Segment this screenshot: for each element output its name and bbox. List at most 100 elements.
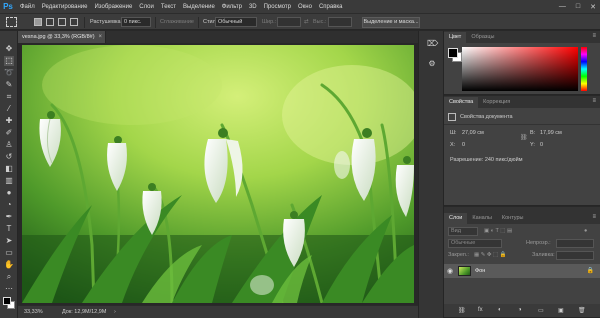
add-selection-icon[interactable] — [46, 18, 54, 26]
maximize-button[interactable]: □ — [576, 3, 580, 10]
photoshop-logo: Ps — [3, 2, 13, 11]
move-tool-icon[interactable]: ✥ — [4, 44, 14, 54]
visibility-eye-icon[interactable]: ◉ — [447, 267, 453, 275]
rectangle-tool-icon[interactable]: ▭ — [4, 248, 14, 258]
lasso-tool-icon[interactable]: ➰ — [4, 68, 14, 78]
menu-item-type[interactable]: Текст — [161, 4, 176, 10]
filter-toggle-icon[interactable]: ● — [584, 228, 587, 234]
height-value[interactable]: 17,99 см — [540, 130, 562, 136]
canvas-area — [18, 43, 418, 305]
eyedropper-tool-icon[interactable]: ⁄ — [4, 104, 14, 114]
options-divider — [84, 17, 85, 28]
path-selection-tool-icon[interactable]: ➤ — [4, 236, 14, 246]
tab-swatches[interactable]: Образцы — [466, 32, 499, 43]
rectangular-marquee-tool-icon[interactable]: ⬚ — [4, 56, 14, 66]
type-tool-icon[interactable]: T — [4, 224, 14, 234]
document-tab[interactable]: vesna.jpg @ 33,3% (RGB/8#) × — [18, 31, 106, 43]
blur-tool-icon[interactable]: ● — [4, 188, 14, 198]
width-value[interactable]: 27,09 см — [462, 130, 484, 136]
close-button[interactable]: ✕ — [590, 3, 596, 11]
menu-item-view[interactable]: Просмотр — [264, 4, 291, 10]
foreground-color-swatch[interactable] — [3, 297, 11, 305]
menu-item-layers[interactable]: Слои — [139, 4, 154, 10]
clone-stamp-tool-icon[interactable]: ♙ — [4, 140, 14, 150]
layer-style-icon[interactable]: fx — [478, 307, 483, 313]
new-selection-icon[interactable] — [34, 18, 42, 26]
antialias-checkbox[interactable]: Сглаживание — [160, 19, 194, 25]
style-select[interactable]: Обычный — [215, 17, 257, 27]
quick-selection-tool-icon[interactable]: ✎ — [4, 80, 14, 90]
menu-item-file[interactable]: Файл — [20, 4, 35, 10]
more-tools-icon[interactable]: ⋯ — [4, 284, 14, 294]
pen-tool-icon[interactable]: ✒ — [4, 212, 14, 222]
brush-tool-icon[interactable]: ✐ — [4, 128, 14, 138]
tab-channels[interactable]: Каналы — [467, 213, 497, 224]
add-mask-icon[interactable]: ◐ — [498, 307, 502, 313]
lock-row: Закреп.: ▦ ✎ ✥ ⬚ 🔒 Заливка: — [444, 250, 600, 262]
blend-mode-select[interactable]: Обычные — [448, 239, 502, 248]
filter-type-icons[interactable]: ▣ ◐ T ⬚ ▤ — [484, 228, 512, 234]
hue-slider[interactable] — [581, 47, 587, 91]
eraser-tool-icon[interactable]: ◧ — [4, 164, 14, 174]
zoom-level[interactable]: 33,33% — [24, 309, 43, 315]
y-value[interactable]: 0 — [540, 142, 543, 148]
intersect-selection-icon[interactable] — [70, 18, 78, 26]
tab-properties[interactable]: Свойства — [444, 97, 479, 108]
hand-tool-icon[interactable]: ✋ — [4, 260, 14, 270]
dodge-tool-icon[interactable]: ◔ — [4, 200, 14, 210]
kind-filter-select[interactable]: Вид — [448, 227, 478, 236]
tab-layers[interactable]: Слои — [444, 213, 468, 224]
status-menu-arrow-icon[interactable]: › — [114, 309, 116, 315]
actions-panel-icon[interactable]: ⚙ — [427, 59, 437, 69]
status-bar: 33,33% Док: 12,9M/12,9M › — [18, 305, 418, 318]
document-canvas[interactable] — [22, 45, 414, 303]
new-group-icon[interactable]: ▭ — [538, 307, 544, 314]
select-and-mask-button[interactable]: Выделение и маска... — [362, 17, 420, 28]
gradient-tool-icon[interactable]: ▥ — [4, 176, 14, 186]
menu-item-filter[interactable]: Фильтр — [222, 4, 242, 10]
healing-brush-tool-icon[interactable]: ✚ — [4, 116, 14, 126]
tab-paths[interactable]: Контуры — [497, 213, 529, 224]
panel-menu-icon[interactable]: ≡ — [592, 214, 596, 220]
foreground-color-swatch[interactable] — [448, 48, 458, 58]
layer-name[interactable]: Фон — [475, 268, 485, 274]
adjustment-layer-icon[interactable]: ◑ — [518, 307, 522, 313]
crop-tool-icon[interactable]: ⌗ — [4, 92, 14, 102]
tab-color[interactable]: Цвет — [444, 32, 467, 43]
history-panel-icon[interactable]: ⌦ — [427, 39, 438, 49]
menu-item-image[interactable]: Изображение — [94, 4, 132, 10]
menu-item-3d[interactable]: 3D — [249, 4, 257, 10]
menu-item-help[interactable]: Справка — [319, 4, 343, 10]
marquee-preset-icon[interactable] — [6, 17, 17, 27]
history-brush-tool-icon[interactable]: ↺ — [4, 152, 14, 162]
color-field[interactable] — [462, 47, 578, 91]
subtract-selection-icon[interactable] — [58, 18, 66, 26]
menu-item-window[interactable]: Окно — [298, 4, 312, 10]
panel-menu-icon[interactable]: ≡ — [592, 98, 596, 104]
link-dimensions-icon[interactable]: ⛓ — [520, 134, 528, 141]
swap-icon[interactable]: ⇄ — [304, 19, 309, 25]
lock-options-icons[interactable]: ▦ ✎ ✥ ⬚ 🔒 — [474, 252, 507, 258]
delete-layer-icon[interactable]: 🗑 — [578, 307, 586, 314]
tab-adjustments[interactable]: Коррекция — [478, 97, 515, 108]
layer-row-background[interactable]: ◉ Фон 🔒 — [444, 264, 600, 278]
close-tab-icon[interactable]: × — [99, 34, 103, 40]
document-icon — [448, 113, 456, 121]
menu-item-select[interactable]: Выделение — [183, 4, 215, 10]
new-layer-icon[interactable]: ▣ — [558, 307, 564, 314]
width-input[interactable] — [277, 17, 301, 27]
panel-menu-icon[interactable]: ≡ — [592, 33, 596, 39]
layer-filter-row: Вид ▣ ◐ T ⬚ ▤ ● — [444, 226, 600, 238]
opacity-label: Непрозр.: — [526, 240, 551, 246]
document-size-info: Док: 12,9M/12,9M — [62, 309, 107, 315]
link-layers-icon[interactable]: ⛓ — [458, 307, 466, 314]
height-input[interactable] — [328, 17, 352, 27]
minimize-button[interactable]: — — [559, 3, 566, 10]
options-divider — [155, 17, 156, 28]
opacity-input[interactable] — [556, 239, 594, 248]
feather-input[interactable]: 0 пикс. — [121, 17, 151, 27]
menu-item-edit[interactable]: Редактирование — [42, 4, 88, 10]
zoom-tool-icon[interactable]: ⌕ — [4, 272, 14, 282]
fill-input[interactable] — [556, 251, 594, 260]
x-value[interactable]: 0 — [462, 142, 465, 148]
